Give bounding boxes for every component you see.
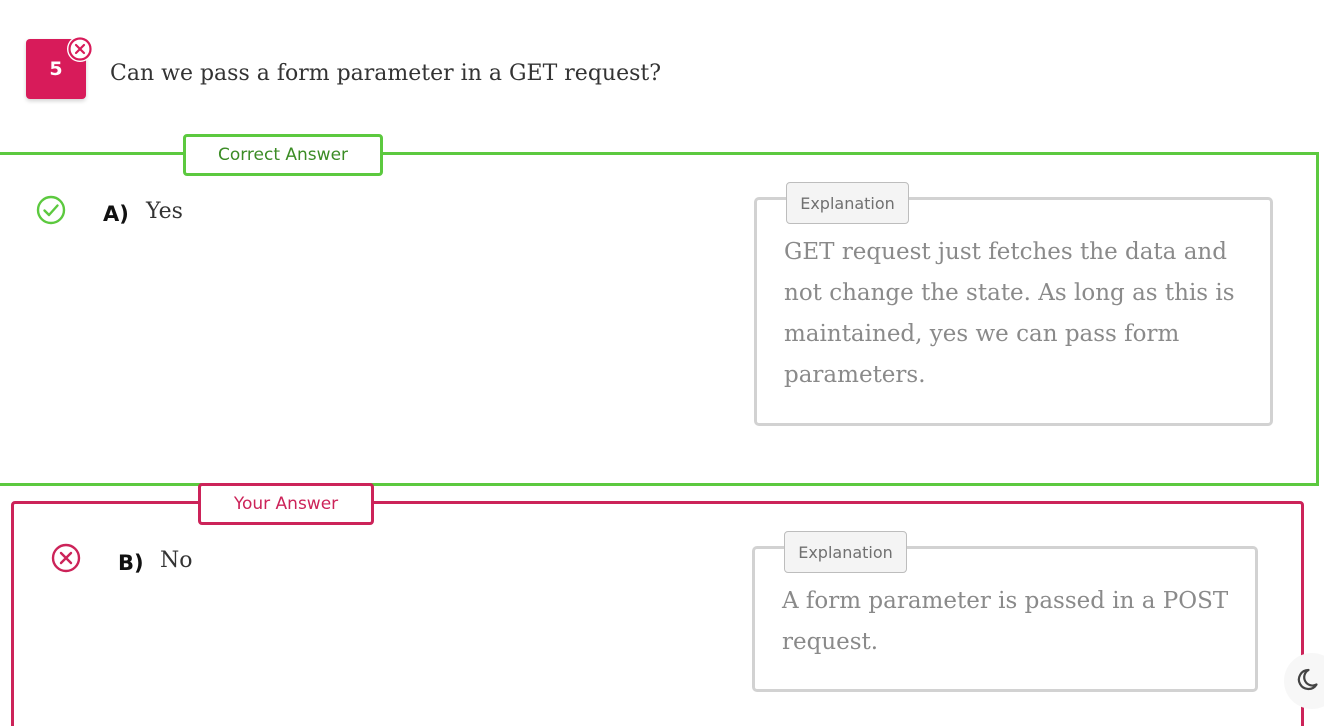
your-explanation-text: A form parameter is passed in a POST req… <box>782 588 1229 655</box>
moon-icon <box>1296 665 1324 697</box>
option-b-text: No <box>160 548 193 573</box>
your-answer-legend: Your Answer <box>198 483 374 525</box>
correct-explanation-text: GET request just fetches the data and no… <box>784 239 1235 388</box>
check-circle-icon <box>35 194 67 226</box>
your-explanation-label: Explanation <box>784 531 907 573</box>
option-a-letter: A) <box>103 202 129 226</box>
option-b-letter: B) <box>118 551 144 575</box>
wrong-status-icon <box>67 36 93 62</box>
correct-answer-legend: Correct Answer <box>183 134 383 176</box>
option-a-text: Yes <box>146 199 183 224</box>
x-circle-icon <box>50 542 82 574</box>
question-text: Can we pass a form parameter in a GET re… <box>110 61 662 86</box>
question-number: 5 <box>49 58 63 80</box>
correct-explanation-label: Explanation <box>786 182 909 224</box>
